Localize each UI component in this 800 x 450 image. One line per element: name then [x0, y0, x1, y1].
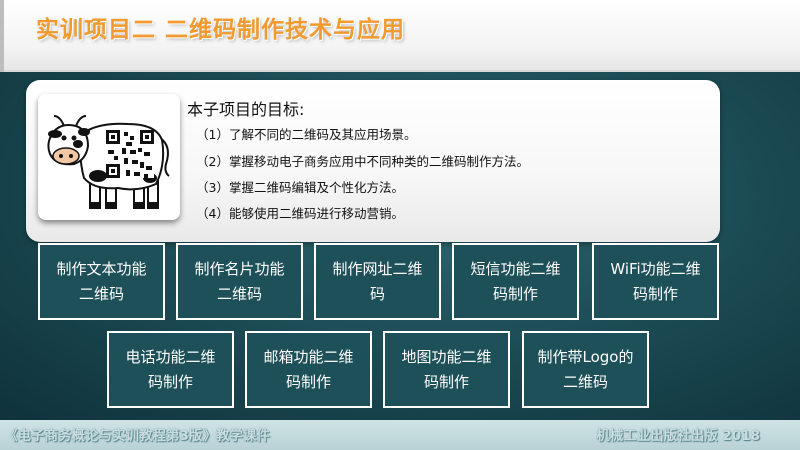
goal-item: （4）能够使用二维码进行移动营销。	[196, 206, 404, 221]
function-box-url-qr[interactable]: 制作网址二维码	[314, 243, 441, 320]
function-box-line: 二维码	[562, 372, 608, 391]
function-box-line: 码制作	[423, 372, 469, 391]
function-box-line: 制作文本功能	[56, 259, 147, 278]
function-box-line: 码制作	[285, 372, 331, 391]
function-box-line: 制作带Logo的	[537, 347, 634, 366]
function-box-line: 邮箱功能二维	[263, 347, 354, 366]
goal-item: （3）掌握二维码编辑及个性化方法。	[196, 180, 404, 195]
function-box-map-qr[interactable]: 地图功能二维 码制作	[383, 331, 510, 408]
function-box-line: 地图功能二维	[401, 347, 492, 366]
function-box-wifi-qr[interactable]: WiFi功能二维 码制作	[592, 243, 719, 320]
function-box-line: 电话功能二维	[125, 347, 216, 366]
function-box-line: 二维码	[216, 284, 262, 303]
function-box-text-qr[interactable]: 制作文本功能 二维码	[38, 243, 165, 320]
function-box-phone-qr[interactable]: 电话功能二维 码制作	[107, 331, 234, 408]
function-box-logo-qr[interactable]: 制作带Logo的 二维码	[522, 331, 649, 408]
goal-item: （2）掌握移动电子商务应用中不同种类的二维码制作方法。	[196, 154, 529, 169]
footer-course-title: 《电子商务概论与实训教程第3版》教学课件	[4, 428, 270, 444]
function-box-line: 码	[369, 284, 385, 303]
goals-heading: 本子项目的目标:	[187, 100, 305, 119]
function-box-line: 短信功能二维	[470, 259, 561, 278]
function-box-line: 码制作	[492, 284, 538, 303]
function-box-line: 制作名片功能	[194, 259, 285, 278]
goal-item: （1）了解不同的二维码及其应用场景。	[196, 127, 417, 142]
function-box-line: 码制作	[147, 372, 193, 391]
function-box-line: 制作网址二维	[332, 259, 423, 278]
function-box-sms-qr[interactable]: 短信功能二维 码制作	[452, 243, 579, 320]
page-title: 实训项目二 二维码制作技术与应用	[36, 17, 406, 43]
footer-bar: 《电子商务概论与实训教程第3版》教学课件 机械工业出版社出版 2018	[0, 420, 800, 450]
cow-qr-code-image	[38, 94, 180, 220]
function-box-line: 码制作	[632, 284, 678, 303]
function-box-line: 二维码	[78, 284, 124, 303]
title-bar: 实训项目二 二维码制作技术与应用	[0, 0, 800, 72]
function-box-email-qr[interactable]: 邮箱功能二维 码制作	[245, 331, 372, 408]
function-box-line: WiFi功能二维	[610, 259, 701, 278]
function-box-business-card-qr[interactable]: 制作名片功能 二维码	[176, 243, 303, 320]
footer-publisher: 机械工业出版社出版 2018	[596, 428, 760, 444]
